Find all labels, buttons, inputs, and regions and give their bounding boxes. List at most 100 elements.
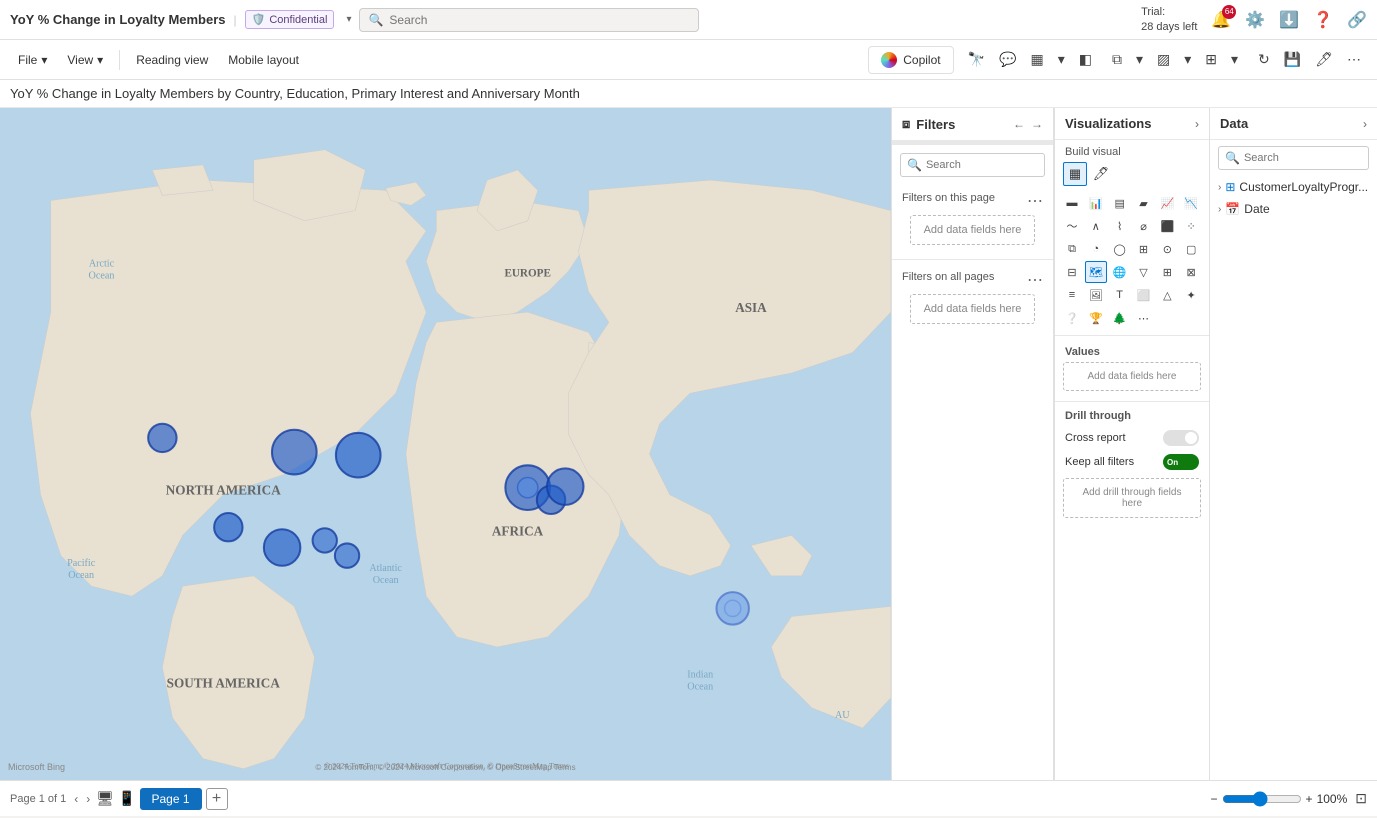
filters-collapse-bar[interactable]: [892, 141, 1053, 145]
viz-area[interactable]: ∧: [1085, 215, 1107, 237]
viz-100-bar[interactable]: ▰: [1133, 192, 1155, 214]
viz-gauge[interactable]: ⊙: [1156, 238, 1178, 260]
viz-bar-chart[interactable]: ▬: [1061, 192, 1083, 214]
toolbar: File ▾ View ▾ Reading view Mobile layout…: [0, 40, 1377, 80]
collapse-filters-icon[interactable]: ←: [1013, 117, 1025, 131]
more-icon[interactable]: ⋯: [1341, 47, 1367, 72]
file-label: File: [18, 53, 37, 67]
dropdown3-icon[interactable]: ▾: [1178, 47, 1197, 72]
dropdown2-icon[interactable]: ▾: [1130, 47, 1149, 72]
viz-expand-icon[interactable]: ›: [1195, 117, 1199, 131]
data-panel-expand-icon[interactable]: ›: [1363, 117, 1367, 131]
format-icon[interactable]: 🖊: [1309, 47, 1339, 72]
settings-icon[interactable]: ⚙️: [1245, 10, 1265, 30]
data-search-input[interactable]: [1244, 152, 1362, 164]
viz-card[interactable]: ▢: [1180, 238, 1202, 260]
cross-report-toggle[interactable]: [1163, 430, 1199, 446]
download-icon[interactable]: ⬇️: [1279, 10, 1299, 30]
top-search-bar[interactable]: 🔍: [359, 8, 699, 32]
map-area[interactable]: NORTH AMERICA SOUTH AMERICA EUROPE ASIA …: [0, 108, 891, 780]
comment-icon[interactable]: 💬: [993, 47, 1022, 72]
viz-line[interactable]: 〜: [1061, 215, 1083, 237]
viz-combo[interactable]: ⧉: [1061, 238, 1083, 260]
build-format-icon[interactable]: 🖊: [1089, 162, 1113, 186]
viz-image[interactable]: 🖼: [1085, 284, 1107, 306]
viz-map[interactable]: 🗺: [1085, 261, 1107, 283]
viz-slicer[interactable]: ≡: [1061, 284, 1083, 306]
zoom-minus-icon[interactable]: −: [1211, 792, 1218, 806]
viz-stacked-bar[interactable]: ▤: [1109, 192, 1131, 214]
viz-smart[interactable]: ✦: [1180, 284, 1202, 306]
filters-all-pages-options[interactable]: ⋯: [1027, 270, 1043, 290]
add-data-fields-all[interactable]: Add data fields here: [910, 294, 1035, 324]
viz-decomp-tree[interactable]: 🌲: [1109, 307, 1131, 329]
add-page-button[interactable]: +: [206, 788, 228, 810]
tree-expand-1[interactable]: ›: [1218, 204, 1221, 215]
zoom-slider[interactable]: [1222, 791, 1302, 807]
table-icon[interactable]: ▦: [1024, 47, 1049, 72]
viz-table[interactable]: ⊞: [1156, 261, 1178, 283]
tree-expand-0[interactable]: ›: [1218, 182, 1221, 193]
viz-matrix[interactable]: ⊟: [1061, 261, 1083, 283]
viz-funnel[interactable]: ▽: [1133, 261, 1155, 283]
build-visual-label: Build visual: [1055, 140, 1209, 162]
filter-search-bar[interactable]: 🔍: [900, 153, 1045, 177]
binoculars-icon[interactable]: 🔭: [962, 47, 991, 72]
save-icon[interactable]: 💾: [1278, 47, 1307, 72]
values-drop-area[interactable]: Add data fields here: [1063, 362, 1201, 391]
page-next-btn[interactable]: ›: [84, 790, 92, 808]
share-icon[interactable]: 🔗: [1347, 10, 1367, 30]
mobile-layout-button[interactable]: Mobile layout: [220, 49, 307, 71]
filters-on-page-label: Filters on this page: [902, 192, 995, 204]
data-tree-item-1[interactable]: › 📅 Date: [1210, 198, 1377, 220]
panel-icon[interactable]: ▨: [1151, 47, 1176, 72]
viz-shapes[interactable]: △: [1156, 284, 1178, 306]
view-menu[interactable]: View ▾: [59, 49, 111, 71]
page-prev-btn[interactable]: ‹: [72, 790, 80, 808]
viz-textbox[interactable]: T: [1109, 284, 1131, 306]
viz-stacked-area[interactable]: ⌇: [1109, 215, 1131, 237]
viz-ribbon[interactable]: ⌀: [1133, 215, 1155, 237]
dropdown-icon[interactable]: ▾: [1052, 47, 1071, 72]
viz-donut[interactable]: ◯: [1109, 238, 1131, 260]
viz-line-stacked[interactable]: 📉: [1180, 192, 1202, 214]
refresh-icon[interactable]: ↻: [1252, 47, 1276, 72]
viz-button[interactable]: ⬜: [1133, 284, 1155, 306]
viz-line-cluster[interactable]: 📈: [1156, 192, 1178, 214]
page-mobile-icon[interactable]: 📱: [118, 790, 135, 807]
viz-matrix2[interactable]: ⊠: [1180, 261, 1202, 283]
expand-filters-icon[interactable]: →: [1031, 117, 1043, 131]
file-menu[interactable]: File ▾: [10, 49, 55, 71]
viz-more1[interactable]: ⋯: [1133, 307, 1155, 329]
data-tree-item-0[interactable]: › ⊞ CustomerLoyaltyProgr...: [1210, 176, 1377, 198]
notification-button[interactable]: 🔔 64: [1211, 10, 1231, 30]
filter-search-input[interactable]: [926, 159, 1038, 171]
dropdown-arrow[interactable]: ▾: [346, 14, 351, 25]
filters-on-page-options[interactable]: ⋯: [1027, 191, 1043, 211]
help-icon[interactable]: ❓: [1313, 10, 1333, 30]
add-data-fields-page[interactable]: Add data fields here: [910, 215, 1035, 245]
viz-pie[interactable]: ◔: [1085, 238, 1107, 260]
grid-icon[interactable]: ⊞: [1199, 47, 1223, 72]
sidebar-icon[interactable]: ◧: [1073, 47, 1098, 72]
viz-scatter[interactable]: ⁘: [1180, 215, 1202, 237]
viz-key-influencer[interactable]: 🏆: [1085, 307, 1107, 329]
page-1-tab[interactable]: Page 1: [140, 788, 202, 810]
fit-to-page-icon[interactable]: ⊡: [1355, 790, 1367, 807]
zoom-plus-icon[interactable]: +: [1306, 792, 1313, 806]
dropdown4-icon[interactable]: ▾: [1225, 47, 1244, 72]
reading-view-button[interactable]: Reading view: [128, 49, 216, 71]
copilot-button[interactable]: Copilot: [868, 46, 953, 74]
viz-column-chart[interactable]: 📊: [1085, 192, 1107, 214]
keep-filters-toggle[interactable]: On: [1163, 454, 1199, 470]
viz-qa[interactable]: ❔: [1061, 307, 1083, 329]
top-search-input[interactable]: [389, 13, 690, 27]
viz-filled-map[interactable]: 🌐: [1109, 261, 1131, 283]
viz-treemap[interactable]: ⊞: [1133, 238, 1155, 260]
drill-add-area[interactable]: Add drill through fields here: [1063, 478, 1201, 518]
build-chart-icon[interactable]: ▦: [1063, 162, 1087, 186]
data-search-bar[interactable]: 🔍: [1218, 146, 1369, 170]
page-view-icon[interactable]: 🖥: [96, 790, 114, 807]
viz-waterfall[interactable]: ⬛: [1156, 215, 1178, 237]
copy-icon[interactable]: ⧉: [1106, 47, 1128, 72]
